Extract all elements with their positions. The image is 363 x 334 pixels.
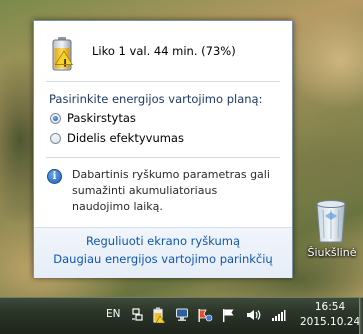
divider <box>46 81 280 82</box>
keyboard-icon[interactable] <box>130 307 146 323</box>
adjust-brightness-link[interactable]: Reguliuoti ekrano ryškumą <box>34 234 292 248</box>
recycle-bin-icon <box>316 200 346 243</box>
battery-tray-icon[interactable] <box>150 307 166 323</box>
clock[interactable]: 16:54 2015.10.24 <box>300 300 360 330</box>
flyout-content: Liko 1 val. 44 min. (73%) Pasirinkite en… <box>34 21 292 227</box>
action-center-icon[interactable] <box>197 307 213 323</box>
plan-option-label[interactable]: Paskirstytas <box>67 111 136 125</box>
clock-time: 16:54 <box>314 301 346 313</box>
battery-warning-icon <box>52 37 74 71</box>
plan-option-label[interactable]: Didelis efektyvumas <box>67 131 184 145</box>
volume-icon[interactable] <box>245 307 261 323</box>
taskbar: EN 16:54 2015.10.24 <box>0 297 363 334</box>
radio-button[interactable] <box>50 133 61 144</box>
signal-bars-icon[interactable] <box>270 307 286 323</box>
info-icon: i <box>47 169 62 184</box>
plan-option-high-performance[interactable]: Didelis efektyvumas <box>50 131 270 147</box>
power-plan-heading: Pasirinkite energijos vartojimo planą: <box>49 92 263 106</box>
brightness-info: i Dabartinis ryškumo parametras gali sum… <box>47 167 282 217</box>
recycle-bin-label: Šiukšlinė <box>307 246 357 259</box>
more-power-options-link[interactable]: Daugiau energijos vartojimo parinkčių <box>34 252 292 266</box>
plan-option-balanced[interactable]: Paskirstytas <box>50 111 270 127</box>
power-flyout: Liko 1 val. 44 min. (73%) Pasirinkite en… <box>33 20 293 278</box>
recycle-bin-shortcut[interactable]: Šiukšlinė <box>306 192 356 262</box>
divider <box>46 157 280 158</box>
flag-icon[interactable] <box>220 307 236 323</box>
network-icon[interactable] <box>175 307 191 323</box>
show-desktop-button[interactable] <box>359 298 363 334</box>
brightness-info-text: Dabartinis ryškumo parametras gali sumaž… <box>72 168 270 213</box>
flyout-links: Reguliuoti ekrano ryškumą Daugiau energi… <box>34 227 292 278</box>
clock-date: 2015.10.24 <box>300 316 361 328</box>
battery-status-row: Liko 1 val. 44 min. (73%) <box>50 34 280 74</box>
input-language-indicator[interactable]: EN <box>106 308 121 320</box>
battery-status-text: Liko 1 val. 44 min. (73%) <box>92 44 236 58</box>
radio-button-selected[interactable] <box>50 113 61 124</box>
